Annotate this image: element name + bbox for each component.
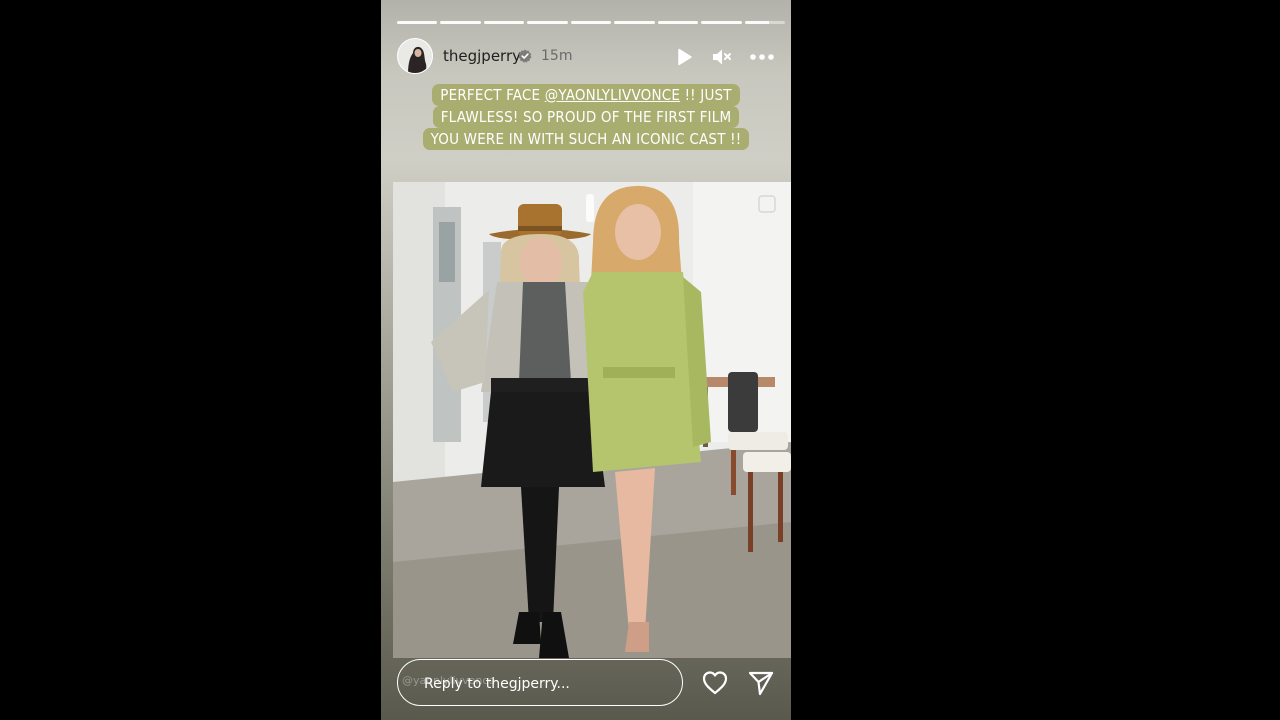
caption-line: YOU WERE IN WITH SUCH AN ICONIC CAST !! [422, 128, 750, 150]
story-photo [393, 182, 791, 658]
progress-segment [483, 21, 525, 24]
reply-box[interactable]: @yaonlylivvonce [397, 659, 683, 707]
avatar[interactable] [397, 38, 433, 74]
mute-icon[interactable] [710, 46, 732, 68]
progress-segment [614, 21, 655, 24]
progress-segment [657, 21, 699, 24]
heart-icon[interactable] [701, 669, 729, 697]
story-viewer: thegjperry 15m PERFECT FACE @YAONLYLIVVO… [381, 0, 791, 720]
story-photo-image [393, 182, 791, 658]
caption-line: PERFECT FACE @YAONLYLIVVONCE !! JUST [432, 84, 740, 106]
progress-segment-current [744, 21, 785, 24]
story-progress-bar [397, 21, 785, 24]
story-header: thegjperry 15m [397, 38, 775, 74]
progress-segment [397, 21, 438, 24]
progress-segment [440, 21, 481, 24]
timestamp: 15m [541, 48, 573, 64]
send-icon[interactable] [747, 669, 775, 697]
progress-segment [701, 21, 742, 24]
username[interactable]: thegjperry [443, 47, 521, 65]
verified-icon [518, 49, 532, 63]
progress-segment [570, 21, 612, 24]
caption-text: PERFECT FACE [440, 86, 545, 104]
caption-text: !! JUST [680, 86, 732, 104]
progress-segment [527, 21, 568, 24]
play-icon[interactable] [673, 46, 695, 68]
reply-input[interactable] [422, 660, 666, 707]
story-caption: PERFECT FACE @YAONLYLIVVONCE !! JUST FLA… [395, 84, 777, 150]
mention-link[interactable]: @YAONLYLIVVONCE [545, 86, 680, 104]
more-icon[interactable] [749, 46, 775, 68]
caption-line: FLAWLESS! SO PROUD OF THE FIRST FILM [432, 106, 740, 128]
